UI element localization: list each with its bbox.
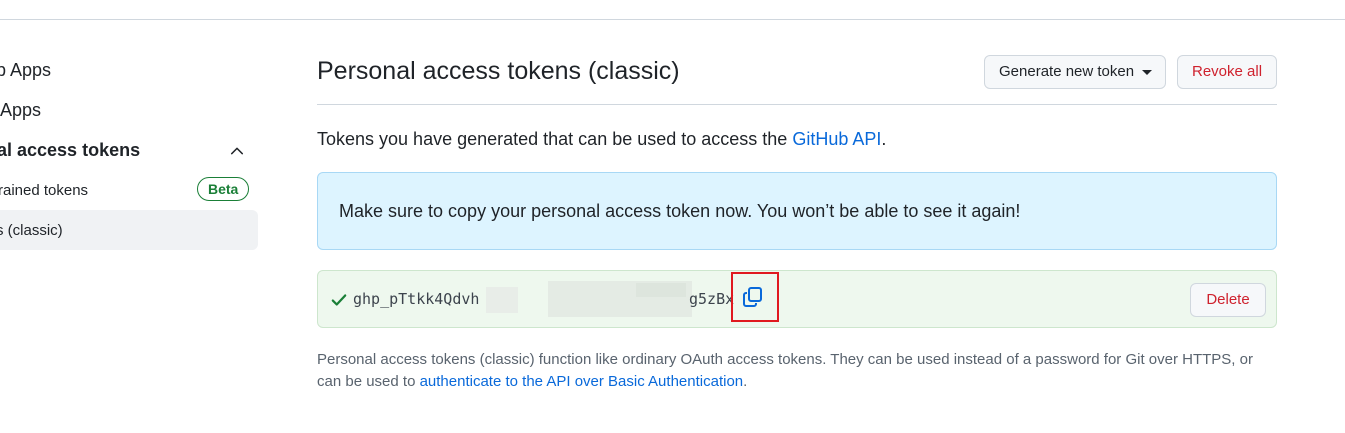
intro-text: Tokens you have generated that can be us…: [317, 129, 886, 150]
sidebar-item-label: s (classic): [0, 221, 63, 239]
token-row: ghp_pTtkk4Qdvh g5zBx Delete: [317, 270, 1277, 328]
delete-token-button[interactable]: Delete: [1190, 283, 1266, 317]
sidebar-item-label: nal access tokens: [0, 139, 141, 160]
sidebar-item-label: ub Apps: [0, 59, 52, 80]
basic-auth-link[interactable]: authenticate to the API over Basic Authe…: [420, 373, 744, 390]
beta-badge: Beta: [197, 177, 250, 201]
flash-message: Make sure to copy your personal access t…: [339, 201, 1021, 221]
redaction-block: [486, 287, 518, 313]
generate-new-token-button[interactable]: Generate new token: [984, 55, 1166, 89]
chevron-up-icon[interactable]: [230, 144, 244, 158]
intro-label: Tokens you have generated that can be us…: [317, 129, 793, 149]
revoke-all-button[interactable]: Revoke all: [1177, 55, 1277, 89]
top-divider: [0, 19, 1345, 20]
check-icon: [331, 294, 347, 306]
caret-down-icon: [1142, 69, 1153, 75]
header-divider: [317, 104, 1277, 105]
sidebar-item-github-apps[interactable]: ub Apps: [0, 50, 258, 90]
sidebar-item-label: n Apps: [0, 99, 42, 120]
sidebar-item-tokens-classic[interactable]: s (classic): [0, 210, 258, 250]
github-api-link[interactable]: GitHub API: [792, 129, 881, 149]
footer-note: Personal access tokens (classic) functio…: [317, 349, 1277, 393]
sidebar-item-label: rained tokens: [0, 181, 89, 199]
note-suffix: .: [743, 373, 748, 390]
sidebar-item-personal-access-tokens[interactable]: nal access tokens: [0, 130, 258, 170]
page-title: Personal access tokens (classic): [317, 57, 680, 85]
sidebar-item-fine-grained-tokens[interactable]: rained tokens Beta: [0, 170, 258, 210]
sidebar-item-oauth-apps[interactable]: n Apps: [0, 90, 258, 130]
intro-suffix: .: [881, 129, 887, 149]
token-value-suffix[interactable]: g5zBx: [689, 290, 734, 308]
token-value-prefix[interactable]: ghp_pTtkk4Qdvh: [353, 290, 479, 308]
redaction-block: [636, 283, 686, 297]
generate-new-token-label: Generate new token: [999, 63, 1135, 80]
copy-highlight-box: [731, 272, 779, 322]
flash-notice: Make sure to copy your personal access t…: [317, 172, 1277, 250]
